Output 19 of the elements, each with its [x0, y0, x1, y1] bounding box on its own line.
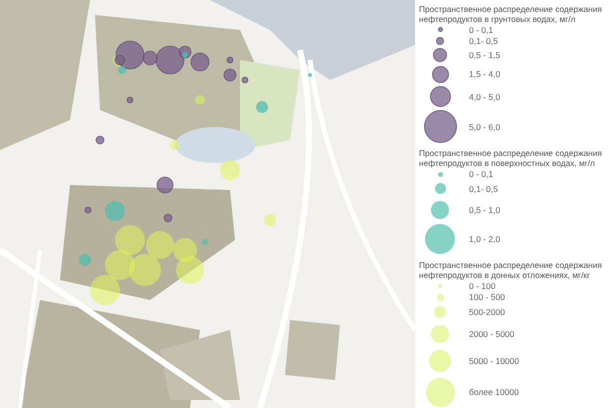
legend-label: 2000 - 5000	[469, 329, 514, 339]
legend-label: 0 - 0,1	[469, 24, 494, 34]
legend-label: 0,1- 0,5	[469, 36, 498, 46]
legend-title: Пространственное распределение содержания нефтепродуктов в грунтовых водах, мг/л	[419, 4, 603, 24]
legend-label: 0,5 - 1,5	[469, 50, 500, 60]
legend-title: Пространственное распределение содержания нефтепродуктов в донных отложениях, мг/кг	[419, 260, 603, 280]
legend-label: 0,1- 0,5	[469, 184, 498, 194]
legend-label: 1,0 - 2,0	[469, 234, 500, 244]
legend-label: 5,0 - 6,0	[469, 122, 500, 132]
legend-title: Пространственное распределение содержания нефтепродуктов в поверхностных водах, мг/л	[419, 148, 603, 168]
legend-label: 0 - 100	[469, 280, 496, 290]
legend-label: 0 - 0,1	[469, 169, 494, 179]
legend-label: 500-2000	[469, 307, 505, 317]
legend-label: 100 - 500	[469, 292, 505, 302]
legend-label: 5000 - 10000	[469, 356, 520, 366]
legend-label: 0,5 - 1,0	[469, 204, 500, 214]
legend-label: 1,5 - 4,0	[469, 69, 500, 79]
legend-label: более 10000	[469, 387, 519, 397]
legend-label: 4,0 - 5,0	[469, 92, 500, 102]
